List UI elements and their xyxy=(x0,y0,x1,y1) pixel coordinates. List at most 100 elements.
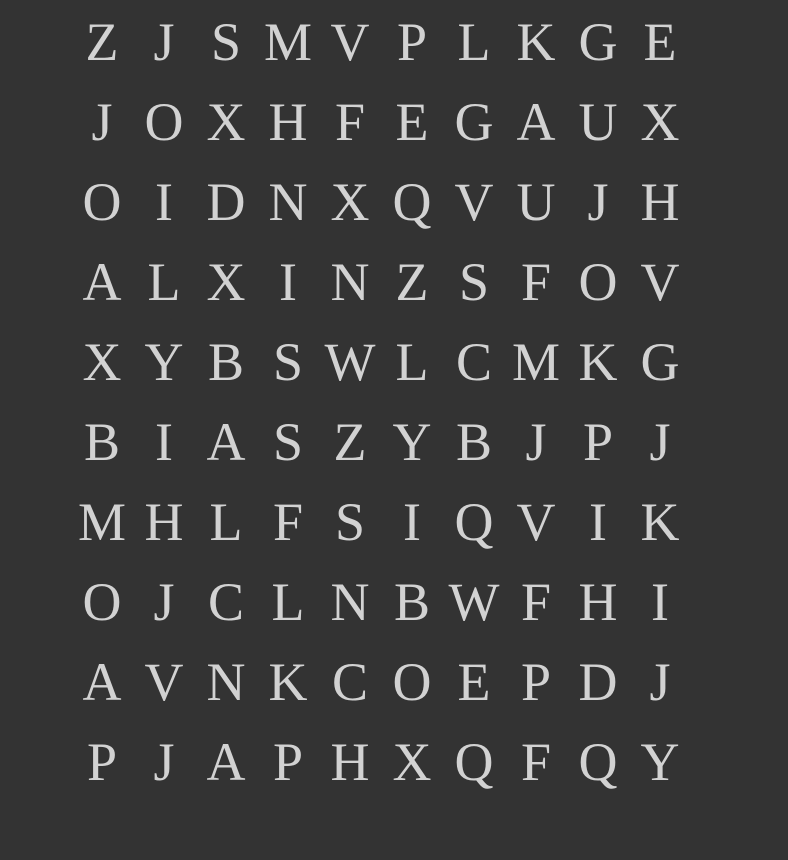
grid-letter[interactable]: N xyxy=(320,242,380,322)
grid-letter[interactable]: P xyxy=(506,642,566,722)
grid-letter[interactable]: G xyxy=(568,2,628,82)
grid-letter[interactable]: M xyxy=(258,2,318,82)
grid-letter[interactable]: L xyxy=(258,562,318,642)
grid-letter[interactable]: S xyxy=(196,2,256,82)
grid-letter[interactable]: I xyxy=(134,402,194,482)
grid-letter[interactable]: J xyxy=(134,722,194,802)
grid-letter[interactable]: I xyxy=(382,482,442,562)
grid-letter[interactable]: A xyxy=(196,722,256,802)
grid-letter[interactable]: L xyxy=(134,242,194,322)
grid-letter[interactable]: J xyxy=(72,82,132,162)
grid-letter[interactable]: E xyxy=(444,642,504,722)
grid-letter[interactable]: Z xyxy=(72,2,132,82)
grid-letter[interactable]: D xyxy=(196,162,256,242)
grid-letter[interactable]: V xyxy=(506,482,566,562)
grid-letter[interactable]: S xyxy=(320,482,380,562)
grid-letter[interactable]: B xyxy=(444,402,504,482)
grid-letter[interactable]: P xyxy=(258,722,318,802)
grid-letter[interactable]: B xyxy=(72,402,132,482)
grid-letter[interactable]: Q xyxy=(444,722,504,802)
grid-letter[interactable]: A xyxy=(196,402,256,482)
grid-letter[interactable]: S xyxy=(258,322,318,402)
grid-letter[interactable]: I xyxy=(134,162,194,242)
grid-letter[interactable]: P xyxy=(382,2,442,82)
grid-letter[interactable]: J xyxy=(568,162,628,242)
grid-letter[interactable]: N xyxy=(320,562,380,642)
grid-letter[interactable]: S xyxy=(444,242,504,322)
grid-letter[interactable]: P xyxy=(72,722,132,802)
grid-letter[interactable]: N xyxy=(258,162,318,242)
grid-letter[interactable]: O xyxy=(134,82,194,162)
grid-letter[interactable]: W xyxy=(320,322,380,402)
grid-letter[interactable]: F xyxy=(506,722,566,802)
grid-letter[interactable]: K xyxy=(630,482,690,562)
grid-letter[interactable]: D xyxy=(568,642,628,722)
grid-letter[interactable]: X xyxy=(196,242,256,322)
grid-letter[interactable]: V xyxy=(134,642,194,722)
grid-letter[interactable]: O xyxy=(72,562,132,642)
grid-letter[interactable]: V xyxy=(444,162,504,242)
grid-letter[interactable]: H xyxy=(134,482,194,562)
grid-letter[interactable]: Y xyxy=(630,722,690,802)
grid-letter[interactable]: U xyxy=(506,162,566,242)
grid-letter[interactable]: E xyxy=(630,2,690,82)
grid-letter[interactable]: K xyxy=(258,642,318,722)
grid-letter[interactable]: F xyxy=(506,242,566,322)
grid-letter[interactable]: Z xyxy=(382,242,442,322)
grid-letter[interactable]: O xyxy=(72,162,132,242)
grid-letter[interactable]: A xyxy=(506,82,566,162)
grid-letter[interactable]: S xyxy=(258,402,318,482)
grid-letter[interactable]: F xyxy=(258,482,318,562)
grid-letter[interactable]: X xyxy=(630,82,690,162)
grid-letter[interactable]: I xyxy=(568,482,628,562)
grid-letter[interactable]: V xyxy=(630,242,690,322)
grid-letter[interactable]: M xyxy=(506,322,566,402)
grid-letter[interactable]: K xyxy=(506,2,566,82)
grid-letter[interactable]: A xyxy=(72,242,132,322)
grid-letter[interactable]: J xyxy=(506,402,566,482)
grid-letter[interactable]: F xyxy=(506,562,566,642)
grid-letter[interactable]: F xyxy=(320,82,380,162)
grid-letter[interactable]: J xyxy=(630,642,690,722)
grid-letter[interactable]: Z xyxy=(320,402,380,482)
grid-letter[interactable]: C xyxy=(320,642,380,722)
grid-letter[interactable]: I xyxy=(258,242,318,322)
grid-letter[interactable]: J xyxy=(134,2,194,82)
grid-letter[interactable]: B xyxy=(196,322,256,402)
grid-letter[interactable]: G xyxy=(630,322,690,402)
grid-letter[interactable]: X xyxy=(196,82,256,162)
grid-letter[interactable]: C xyxy=(444,322,504,402)
grid-letter[interactable]: U xyxy=(568,82,628,162)
grid-letter[interactable]: N xyxy=(196,642,256,722)
grid-letter[interactable]: X xyxy=(320,162,380,242)
grid-letter[interactable]: M xyxy=(72,482,132,562)
grid-letter[interactable]: P xyxy=(568,402,628,482)
grid-letter[interactable]: Y xyxy=(382,402,442,482)
grid-letter[interactable]: H xyxy=(568,562,628,642)
grid-letter[interactable]: L xyxy=(444,2,504,82)
grid-letter[interactable]: X xyxy=(382,722,442,802)
grid-letter[interactable]: L xyxy=(196,482,256,562)
grid-letter[interactable]: W xyxy=(444,562,504,642)
grid-letter[interactable]: H xyxy=(320,722,380,802)
grid-letter[interactable]: O xyxy=(382,642,442,722)
grid-letter[interactable]: J xyxy=(134,562,194,642)
grid-letter[interactable]: A xyxy=(72,642,132,722)
grid-letter[interactable]: K xyxy=(568,322,628,402)
grid-letter[interactable]: J xyxy=(630,402,690,482)
grid-letter[interactable]: C xyxy=(196,562,256,642)
grid-letter[interactable]: Q xyxy=(568,722,628,802)
grid-letter[interactable]: Q xyxy=(444,482,504,562)
grid-letter[interactable]: Q xyxy=(382,162,442,242)
grid-letter[interactable]: H xyxy=(630,162,690,242)
grid-letter[interactable]: B xyxy=(382,562,442,642)
grid-letter[interactable]: G xyxy=(444,82,504,162)
grid-letter[interactable]: H xyxy=(258,82,318,162)
grid-letter[interactable]: E xyxy=(382,82,442,162)
grid-letter[interactable]: I xyxy=(630,562,690,642)
grid-letter[interactable]: Y xyxy=(134,322,194,402)
grid-letter[interactable]: O xyxy=(568,242,628,322)
grid-letter[interactable]: V xyxy=(320,2,380,82)
grid-letter[interactable]: X xyxy=(72,322,132,402)
grid-letter[interactable]: L xyxy=(382,322,442,402)
